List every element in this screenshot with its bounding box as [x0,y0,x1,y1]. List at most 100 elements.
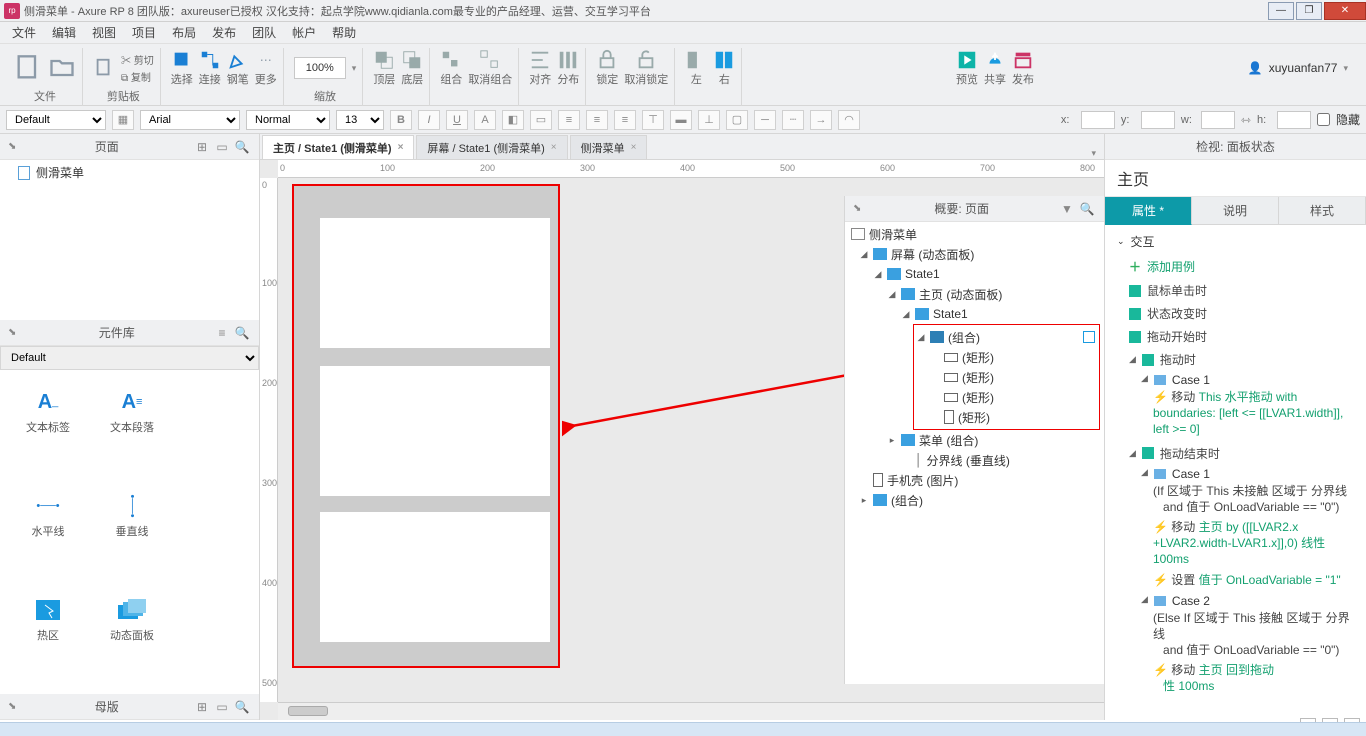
border-color-button[interactable]: ▭ [530,110,552,130]
action-move-home[interactable]: ⚡ 移动 主页 by ([[LVAR2.x +LVAR2.width-LVAR1… [1105,519,1366,572]
menu-file[interactable]: 文件 [4,22,44,43]
interactions-section[interactable]: ⌄交互 [1105,229,1366,254]
close-button[interactable]: ✕ [1324,2,1366,20]
line-style-button[interactable]: ┄ [782,110,804,130]
tab-properties[interactable]: 属性 * [1105,197,1192,225]
publish-icon[interactable] [1012,49,1034,71]
corner-radius-button[interactable]: ◠ [838,110,860,130]
maximize-button[interactable]: ❐ [1296,2,1322,20]
outline-rect[interactable]: (矩形) [914,367,1099,387]
action-move-back[interactable]: ⚡ 移动 主页 回到拖动 性 100ms [1105,662,1366,698]
arrow-button[interactable]: → [810,110,832,130]
event-drag-start[interactable]: 拖动开始时 [1105,325,1366,348]
lock-aspect-icon[interactable]: ⇿ [1241,113,1251,127]
open-file-icon[interactable] [48,54,76,82]
add-case-button[interactable]: ＋添加用例 [1105,254,1366,279]
tab-side[interactable]: 侧滑菜单× [570,135,648,159]
underline-button[interactable]: U [446,110,468,130]
h-input[interactable] [1277,111,1311,129]
outline-state1a[interactable]: ◢State1 [845,264,1104,284]
user-menu[interactable]: 👤 xuyuanfan77 ▾ [1248,48,1358,88]
event-click[interactable]: 鼠标单击时 [1105,279,1366,302]
tab-screen[interactable]: 屏幕 / State1 (侧滑菜单)× [416,135,567,159]
lib-dynamic-panel[interactable]: 动态面板 [90,584,174,656]
case-1-drag[interactable]: ◢Case 1 [1105,371,1366,389]
page-item[interactable]: 侧滑菜单 [0,160,259,185]
unlock-icon[interactable] [635,49,657,71]
align-center-button[interactable]: ≡ [586,110,608,130]
library-select[interactable]: Default [0,346,259,370]
lib-text-paragraph[interactable]: A≡文本段落 [90,376,174,448]
preview-icon[interactable] [956,49,978,71]
bring-front-icon[interactable] [373,49,395,71]
outline-rect[interactable]: (矩形) [914,387,1099,407]
menu-project[interactable]: 项目 [124,22,164,43]
text-color-button[interactable]: A [474,110,496,130]
valign-top-button[interactable]: ⊤ [642,110,664,130]
connect-icon[interactable] [199,49,221,71]
outline-group1[interactable]: ◢(组合) [914,327,1099,347]
distribute-icon[interactable] [557,49,579,71]
master-folder-icon[interactable]: ▭ [213,698,231,716]
event-drag[interactable]: ◢拖动时 [1105,348,1366,371]
lib-text-label[interactable]: A_文本标签 [6,376,90,448]
note-icon[interactable] [1083,331,1095,343]
zoom-input[interactable]: 100% [294,57,346,79]
canvas-rect-3[interactable] [320,512,550,642]
valign-mid-button[interactable]: ▬ [670,110,692,130]
outline-home[interactable]: ◢主页 (动态面板) [845,284,1104,304]
outline-group2[interactable]: ▸(组合) [845,490,1104,510]
italic-button[interactable]: I [418,110,440,130]
close-icon[interactable]: × [551,142,557,153]
outline-screen[interactable]: ◢屏幕 (动态面板) [845,244,1104,264]
add-master-icon[interactable]: ⊞ [193,698,211,716]
copy-button[interactable]: ⧉ 复制 [121,69,154,84]
action-set-var[interactable]: ⚡ 设置 值于 OnLoadVariable = "1" [1105,572,1366,592]
align-left-icon[interactable] [685,49,707,71]
canvas-area[interactable]: 0100200300400500600700800 01002003004005… [260,160,1104,720]
add-folder-icon[interactable]: ▭ [213,138,231,156]
action-move-drag[interactable]: ⚡ 移动 This 水平拖动 with boundaries: [left <=… [1105,389,1366,442]
menu-help[interactable]: 帮助 [324,22,364,43]
font-size-select[interactable]: 13 [336,110,384,130]
menu-account[interactable]: 帐户 [284,22,324,43]
style-select[interactable]: Default [6,110,106,130]
canvas-rect-1[interactable] [320,218,550,348]
outline-menu[interactable]: ▸菜单 (组合) [845,430,1104,450]
master-search-icon[interactable]: 🔍 [233,698,251,716]
search-icon[interactable]: 🔍 [233,138,251,156]
align-left-button[interactable]: ≡ [558,110,580,130]
menu-view[interactable]: 视图 [84,22,124,43]
cut-button[interactable]: ✂ 剪切 [121,52,154,67]
tab-main[interactable]: 主页 / State1 (侧滑菜单)× [262,135,414,159]
font-weight-select[interactable]: Normal [246,110,330,130]
x-input[interactable] [1081,111,1115,129]
outline-rect[interactable]: (矩形) [914,347,1099,367]
horizontal-scrollbar[interactable] [278,702,1104,720]
hidden-checkbox[interactable] [1317,113,1330,126]
menu-layout[interactable]: 布局 [164,22,204,43]
share-icon[interactable] [984,49,1006,71]
lock-icon[interactable] [596,49,618,71]
w-input[interactable] [1201,111,1235,129]
select-icon[interactable] [171,49,193,71]
lib-hline[interactable]: •──•水平线 [6,480,90,552]
outline-state1b[interactable]: ◢State1 [845,304,1104,324]
event-drag-end[interactable]: ◢拖动结束时 [1105,442,1366,465]
add-page-icon[interactable]: ⊞ [193,138,211,156]
case-2-dragend[interactable]: ◢Case 2 [1105,592,1366,610]
send-back-icon[interactable] [401,49,423,71]
outline-search-icon[interactable]: 🔍 [1078,200,1096,218]
bold-button[interactable]: B [390,110,412,130]
more-icon[interactable]: ⋯ [255,49,277,71]
menu-publish[interactable]: 发布 [204,22,244,43]
outline-divider[interactable]: │分界线 (垂直线) [845,450,1104,470]
outline-phone[interactable]: 手机壳 (图片) [845,470,1104,490]
lib-search-icon[interactable]: 🔍 [233,324,251,342]
group-icon[interactable] [440,49,462,71]
tab-style[interactable]: 样式 [1279,197,1366,225]
paste-icon[interactable] [93,57,115,79]
fill-color-button[interactable]: ◧ [502,110,524,130]
lib-hotspot[interactable]: 热区 [6,584,90,656]
canvas[interactable]: ⬊ 概要: 页面 ▼ 🔍 侧滑菜单 ◢屏幕 (动态面板) ◢State1 ◢主页… [278,178,1104,702]
